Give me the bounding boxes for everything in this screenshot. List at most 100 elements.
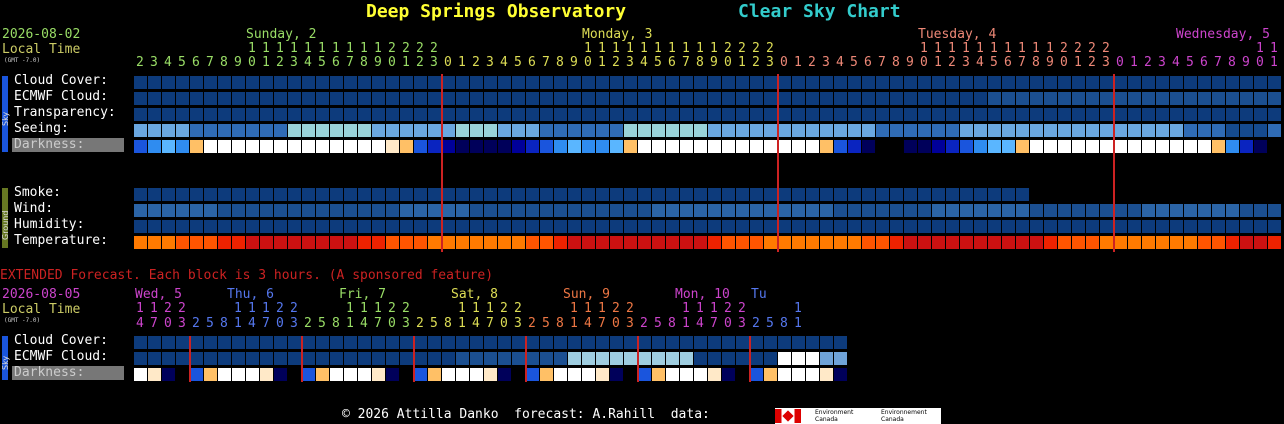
ext-midnight-line <box>301 336 303 382</box>
ext-hour-units-digit: 1 <box>794 316 802 331</box>
darkness-block <box>1156 140 1169 153</box>
transparency-block <box>862 108 875 121</box>
main-hour-units-digit: 2 <box>276 55 284 70</box>
main-hour-units-digit: 5 <box>318 55 326 70</box>
main-hour-units-digit: 0 <box>724 55 732 70</box>
main-hour-units-digit: 1 <box>1130 55 1138 70</box>
wind-block <box>372 204 385 217</box>
transparency-block <box>148 108 161 121</box>
darkness-block <box>1072 140 1085 153</box>
seeing-block <box>470 124 483 137</box>
humidity-block <box>932 220 945 233</box>
main-hour-units-digit: 6 <box>528 55 536 70</box>
main-hour-tens-digit: 1 <box>1046 41 1054 56</box>
ext-cloud-cover-block <box>624 336 637 349</box>
seeing-block <box>596 124 609 137</box>
main-hour-units-digit: 2 <box>472 55 480 70</box>
ext-hour-tens-digit: 1 <box>584 301 592 316</box>
humidity-block <box>1198 220 1211 233</box>
main-hour-units-digit: 3 <box>962 55 970 70</box>
humidity-block <box>134 220 147 233</box>
smoke-block <box>666 188 679 201</box>
wind-block <box>358 204 371 217</box>
darkness-block <box>1240 140 1253 153</box>
cloud-cover-block <box>736 76 749 89</box>
humidity-block <box>610 220 623 233</box>
temperature-block <box>190 236 203 249</box>
temperature-block <box>274 236 287 249</box>
wind-block <box>1058 204 1071 217</box>
ecmwf-cloud-block <box>498 92 511 105</box>
temperature-block <box>498 236 511 249</box>
humidity-block <box>414 220 427 233</box>
wind-block <box>162 204 175 217</box>
humidity-block <box>1156 220 1169 233</box>
transparency-block <box>750 108 763 121</box>
ext-darkness-block <box>400 368 413 381</box>
humidity-block <box>1100 220 1113 233</box>
seeing-block <box>1184 124 1197 137</box>
temperature-block <box>400 236 413 249</box>
ecmwf-cloud-block <box>274 92 287 105</box>
smoke-block <box>358 188 371 201</box>
wind-block <box>624 204 637 217</box>
ext-cloud-cover-block <box>302 336 315 349</box>
humidity-block <box>960 220 973 233</box>
ext-hour-units-digit: 8 <box>444 316 452 331</box>
ext-ecmwf-cloud-block <box>722 352 735 365</box>
ecmwf-cloud-block <box>722 92 735 105</box>
seeing-block <box>750 124 763 137</box>
darkness-block <box>1212 140 1225 153</box>
wind-block <box>386 204 399 217</box>
ext-ecmwf-cloud-block <box>456 352 469 365</box>
smoke-block <box>162 188 175 201</box>
environment-canada-logo[interactable]: Environment Canada Environnement Canada <box>775 408 941 424</box>
ext-cloud-cover-block <box>582 336 595 349</box>
main-hour-tens-digit: 2 <box>752 41 760 56</box>
wind-block <box>134 204 147 217</box>
transparency-block <box>666 108 679 121</box>
ext-hour-units-digit: 7 <box>262 316 270 331</box>
seeing-block <box>442 124 455 137</box>
temperature-block <box>526 236 539 249</box>
cloud-cover-block <box>1030 76 1043 89</box>
wind-block <box>246 204 259 217</box>
ext-ecmwf-cloud-block <box>148 352 161 365</box>
cloud-cover-block <box>1086 76 1099 89</box>
wind-block <box>778 204 791 217</box>
ext-ecmwf-cloud-block <box>554 352 567 365</box>
ext-hour-units-digit: 4 <box>584 316 592 331</box>
transparency-block <box>946 108 959 121</box>
humidity-block <box>1030 220 1043 233</box>
smoke-block <box>190 188 203 201</box>
ext-cloud-cover-block <box>638 336 651 349</box>
wind-block <box>148 204 161 217</box>
cloud-cover-block <box>764 76 777 89</box>
ext-darkness-block <box>414 368 427 381</box>
wind-block <box>316 204 329 217</box>
ext-darkness-block <box>456 368 469 381</box>
temperature-block <box>1072 236 1085 249</box>
ext-darkness-block <box>666 368 679 381</box>
ext-ecmwf-cloud-block <box>162 352 175 365</box>
wind-block <box>484 204 497 217</box>
ecmwf-cloud-block <box>232 92 245 105</box>
seeing-block <box>498 124 511 137</box>
ecmwf-cloud-block <box>400 92 413 105</box>
ext-hour-units-digit: 4 <box>248 316 256 331</box>
main-hour-units-digit: 9 <box>234 55 242 70</box>
ext-hour-tens-digit: 2 <box>626 301 634 316</box>
wind-block <box>190 204 203 217</box>
cloud-cover-block <box>554 76 567 89</box>
humidity-block <box>1254 220 1267 233</box>
seeing-block <box>652 124 665 137</box>
cloud-cover-block <box>778 76 791 89</box>
main-hour-tens-digit: 1 <box>318 41 326 56</box>
ext-ecmwf-cloud-block <box>414 352 427 365</box>
ext-hour-tens-digit: 2 <box>388 301 396 316</box>
seeing-block <box>414 124 427 137</box>
main-hour-units-digit: 1 <box>1074 55 1082 70</box>
main-hour-units-digit: 4 <box>500 55 508 70</box>
temperature-block <box>876 236 889 249</box>
smoke-block <box>736 188 749 201</box>
